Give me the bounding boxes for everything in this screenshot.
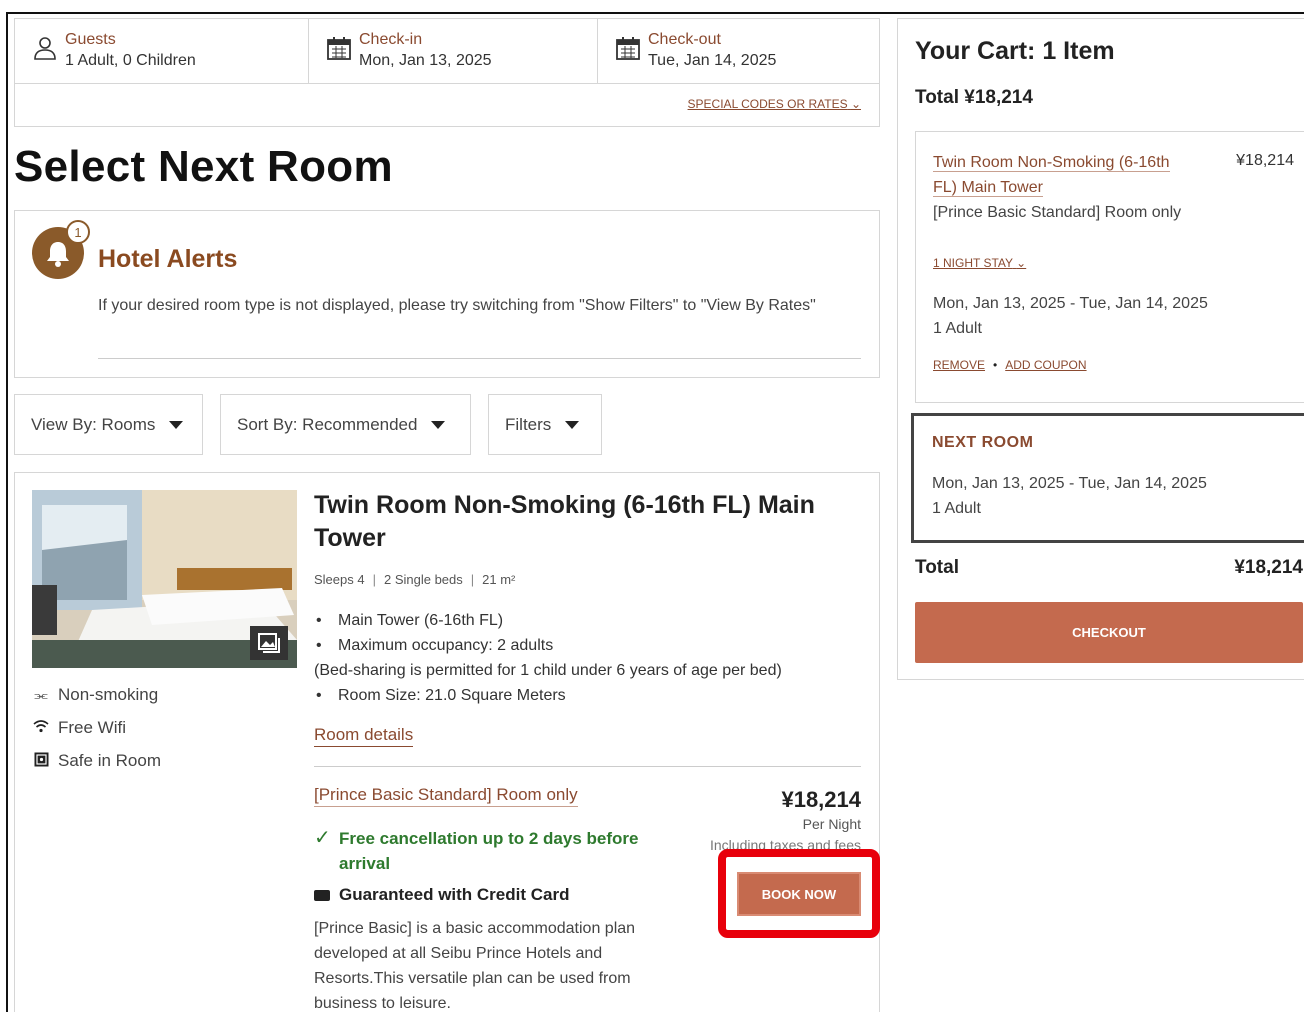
cart-total-value: ¥18,214 [1234, 557, 1303, 578]
amenity-label: Non-smoking [58, 685, 159, 704]
page-title: Select Next Room [14, 142, 393, 191]
filters-dropdown[interactable]: Filters [488, 394, 602, 455]
cart-item-date-range: Mon, Jan 13, 2025 - Tue, Jan 14, 2025 [933, 295, 1208, 312]
checkin-label: Check-in [359, 31, 423, 48]
cart-item: Twin Room Non-Smoking (6-16th FL) Main T… [915, 131, 1304, 403]
cart-item-name: Twin Room Non-Smoking (6-16th FL) Main T… [933, 154, 1170, 197]
calendar-icon [614, 34, 642, 62]
separator-dot: • [993, 358, 998, 372]
filters-label: Filters [505, 414, 552, 434]
checkout-label: Check-out [648, 31, 721, 48]
amenity-non-smoking: ⫘ Non-smoking [32, 685, 158, 705]
safe-icon [32, 752, 50, 771]
no-smoking-icon: ⫘ [34, 686, 48, 704]
plan-description: [Prince Basic] is a basic accommodation … [314, 920, 636, 1012]
checkin-value: Mon, Jan 13, 2025 [359, 52, 492, 69]
alerts-count-badge: 1 [66, 220, 90, 244]
caret-down-icon [169, 420, 184, 429]
guests-selector[interactable]: Guests 1 Adult, 0 Children [15, 19, 309, 83]
cart-item-guests: 1 Adult [933, 320, 982, 337]
caret-down-icon [431, 420, 446, 429]
list-item: Maximum occupancy: 2 adults [314, 633, 782, 658]
rate-plan-link[interactable]: [Prince Basic Standard] Room only [314, 785, 578, 807]
room-title: Twin Room Non-Smoking (6-16th FL) Main T… [314, 491, 815, 552]
guarantee-text: Guaranteed with Credit Card [339, 885, 570, 904]
amenity-label: Safe in Room [58, 751, 161, 770]
night-stay-label: 1 NIGHT STAY [933, 256, 1013, 270]
hotel-alerts-panel: 1 Hotel Alerts If your desired room type… [14, 210, 880, 378]
booking-summary-bar: Guests 1 Adult, 0 Children Check-in Mon,… [14, 18, 880, 127]
amenity-safe: Safe in Room [32, 751, 161, 771]
cart-item-dates: Mon, Jan 13, 2025 - Tue, Jan 14, 2025 1 … [933, 291, 1208, 341]
book-now-button[interactable]: BOOK NOW [737, 872, 861, 916]
checkout-selector[interactable]: Check-out Tue, Jan 14, 2025 [598, 19, 879, 83]
room-photo[interactable] [32, 490, 297, 668]
list-item-note: (Bed-sharing is permitted for 1 child un… [314, 662, 782, 679]
rate-price: ¥18,214 [781, 787, 861, 812]
room-meta: Sleeps 4 | 2 Single beds | 21 m² [314, 572, 516, 587]
room-beds: 2 Single beds [383, 572, 463, 587]
checkout-button[interactable]: CHECKOUT [915, 602, 1303, 663]
amenity-wifi: Free Wifi [32, 718, 126, 738]
cart-item-price: ¥18,214 [1236, 152, 1294, 169]
checkmark-icon: ✓ [314, 827, 331, 849]
wifi-icon [32, 719, 50, 737]
view-by-label: View By: Rooms [31, 414, 156, 434]
cancellation-policy: ✓ Free cancellation up to 2 days before … [314, 826, 674, 876]
room-sleeps: Sleeps 4 [314, 572, 365, 587]
chevron-down-icon: ⌄ [1016, 256, 1027, 270]
alerts-message: If your desired room type is not display… [98, 297, 816, 314]
caret-down-icon [565, 420, 580, 429]
list-item: Main Tower (6-16th FL) [314, 608, 782, 633]
night-stay-toggle[interactable]: 1 NIGHT STAY ⌄ [933, 256, 1026, 270]
guarantee-policy: Guaranteed with Credit Card [314, 885, 569, 905]
checkout-value: Tue, Jan 14, 2025 [648, 52, 777, 69]
calendar-icon [325, 34, 353, 62]
credit-card-icon [314, 889, 330, 901]
per-night-label: Per Night [802, 816, 861, 832]
cart-item-name-link[interactable]: Twin Room Non-Smoking (6-16th FL) Main T… [933, 150, 1197, 200]
room-size: 21 m² [482, 572, 516, 587]
view-by-dropdown[interactable]: View By: Rooms [14, 394, 203, 455]
checkin-selector[interactable]: Check-in Mon, Jan 13, 2025 [309, 19, 598, 83]
special-codes-link[interactable]: SPECIAL CODES OR RATES ⌄ [688, 97, 861, 111]
divider [314, 766, 861, 767]
add-coupon-link[interactable]: ADD COUPON [1005, 358, 1086, 372]
gallery-icon[interactable] [250, 626, 288, 660]
guests-value: 1 Adult, 0 Children [65, 52, 196, 69]
remove-link[interactable]: REMOVE [933, 358, 985, 372]
next-room-guests: 1 Adult [932, 500, 981, 517]
cart-title: Your Cart: 1 Item [915, 37, 1115, 65]
sort-by-dropdown[interactable]: Sort By: Recommended [220, 394, 471, 455]
chevron-down-icon: ⌄ [850, 97, 861, 111]
cart-total: Total ¥18,214 [915, 87, 1033, 108]
room-features-list: Main Tower (6-16th FL) Maximum occupancy… [314, 608, 782, 708]
next-room-details: Mon, Jan 13, 2025 - Tue, Jan 14, 2025 1 … [932, 471, 1207, 521]
cart-item-plan: [Prince Basic Standard] Room only [933, 204, 1182, 221]
next-room-title: NEXT ROOM [932, 434, 1034, 451]
next-room-date-range: Mon, Jan 13, 2025 - Tue, Jan 14, 2025 [932, 475, 1207, 492]
cancellation-text: Free cancellation up to 2 days before ar… [339, 829, 639, 873]
guests-label: Guests [65, 31, 116, 48]
list-item: Room Size: 21.0 Square Meters [314, 683, 782, 708]
person-icon [31, 34, 59, 62]
divider [98, 358, 861, 359]
cart-item-actions: REMOVE • ADD COUPON [933, 358, 1087, 372]
next-room-box: NEXT ROOM Mon, Jan 13, 2025 - Tue, Jan 1… [911, 413, 1304, 543]
sort-by-label: Sort By: Recommended [237, 414, 418, 434]
special-codes-label: SPECIAL CODES OR RATES [687, 97, 848, 111]
alerts-title: Hotel Alerts [98, 245, 238, 273]
room-details-link[interactable]: Room details [314, 725, 414, 747]
amenity-label: Free Wifi [58, 718, 126, 737]
cart-total-label: Total [915, 557, 959, 578]
cart-panel: Your Cart: 1 Item Total ¥18,214 Twin Roo… [897, 18, 1304, 680]
